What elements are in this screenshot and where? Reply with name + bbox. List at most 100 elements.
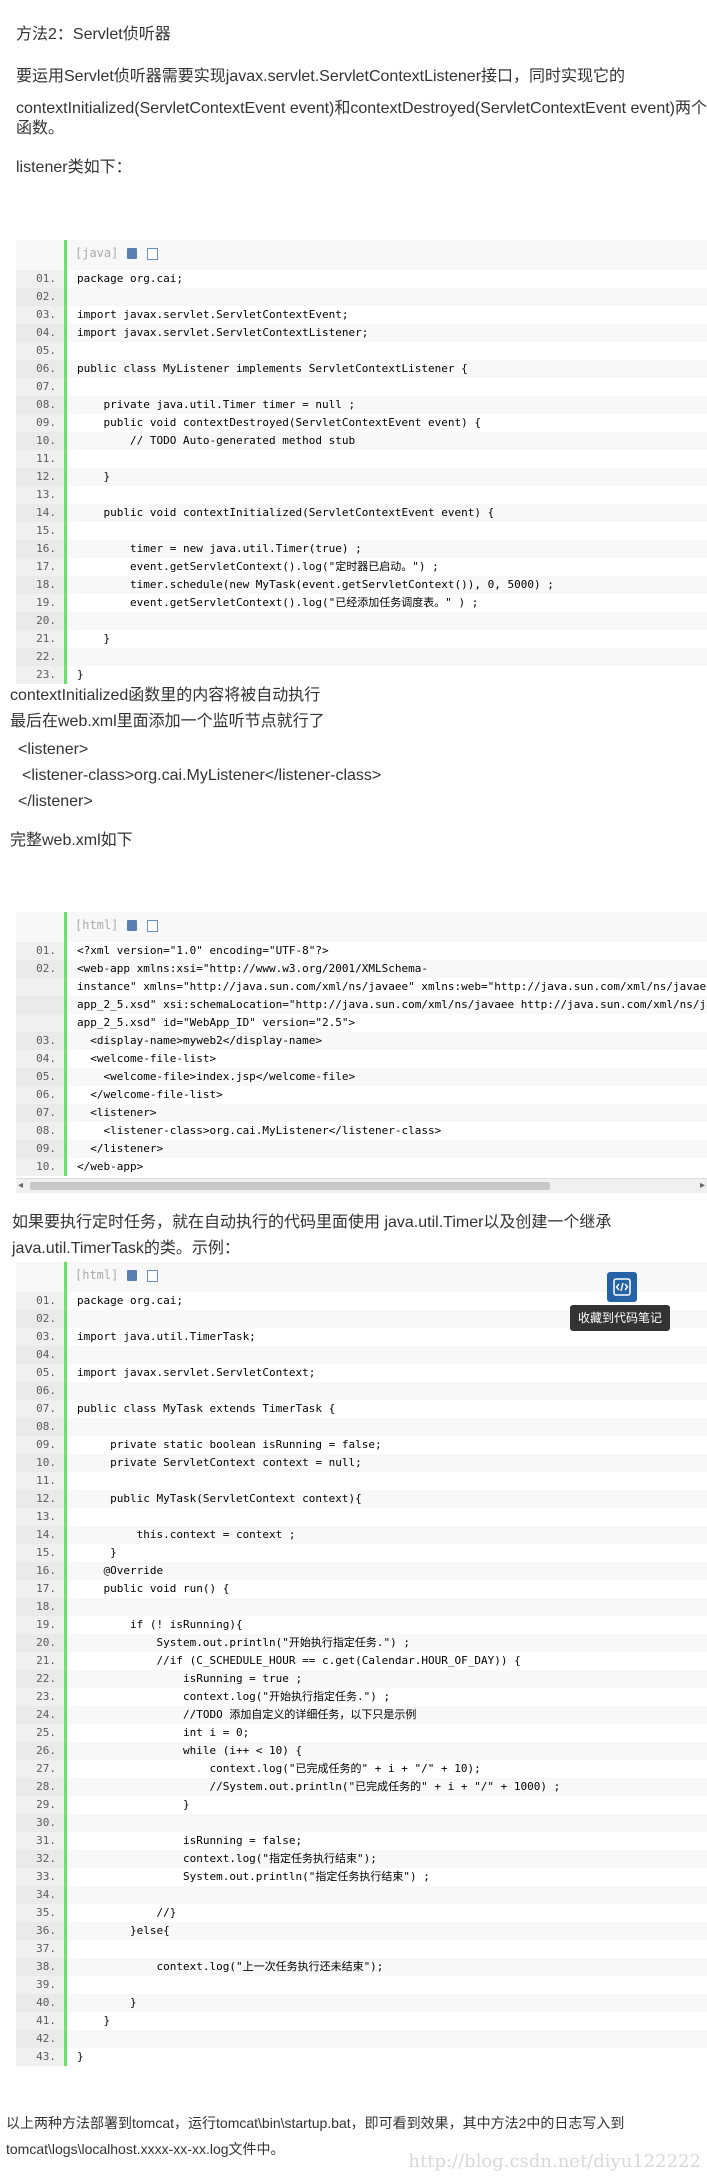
code-text bbox=[64, 612, 707, 630]
code-text: import javax.servlet.ServletContext; bbox=[64, 1364, 707, 1382]
line-number: 08. bbox=[16, 1122, 64, 1140]
code-text: isRunning = true ; bbox=[64, 1670, 707, 1688]
line-number: 28. bbox=[16, 1778, 64, 1796]
code-line: 11. bbox=[16, 450, 707, 468]
code-text bbox=[64, 648, 707, 666]
code-line: 14. this.context = context ; bbox=[16, 1526, 707, 1544]
line-number: 02. bbox=[16, 288, 64, 306]
code-lines: 01. package org.cai; 02. 03. import javax.se… bbox=[16, 270, 707, 684]
line-number: 18. bbox=[16, 1598, 64, 1616]
code-text: </welcome-file-list> bbox=[64, 1086, 707, 1104]
save-code-note-button[interactable] bbox=[607, 1272, 637, 1302]
code-line: 08. private java.util.Timer timer = null… bbox=[16, 396, 707, 414]
view-plain-icon[interactable] bbox=[127, 920, 137, 931]
line-number: 07. bbox=[16, 378, 64, 396]
code-line: 09. public void contextDestroyed(Servlet… bbox=[16, 414, 707, 432]
listener-class-label: listener类如下： bbox=[16, 159, 132, 176]
code-line: 14. public void contextInitialized(Servl… bbox=[16, 504, 707, 522]
code-lines: 01. package org.cai; 02. 03. import java.uti… bbox=[16, 1292, 707, 2066]
line-number: 14. bbox=[16, 504, 64, 522]
code-line: 03. import javax.servlet.ServletContextEv… bbox=[16, 306, 707, 324]
line-number: 08. bbox=[16, 396, 64, 414]
code-text bbox=[64, 1418, 707, 1436]
code-block-header: [java] bbox=[64, 240, 707, 270]
code-line: 34. bbox=[16, 1886, 707, 1904]
code-line: 08. <listener-class>org.cai.MyListener</… bbox=[16, 1122, 707, 1140]
code-line: 04. bbox=[16, 1346, 707, 1364]
line-number: 20. bbox=[16, 1634, 64, 1652]
line-number: 05. bbox=[16, 1364, 64, 1382]
code-text: context.log("上一次任务执行还未结束"); bbox=[64, 1958, 707, 1976]
line-number: 19. bbox=[16, 594, 64, 612]
code-line: 22. isRunning = true ; bbox=[16, 1670, 707, 1688]
scroll-left-icon[interactable]: ◂ bbox=[18, 1180, 23, 1191]
save-code-note-tooltip: 收藏到代码笔记 bbox=[570, 1305, 671, 1331]
copy-icon[interactable] bbox=[147, 248, 158, 260]
code-text bbox=[64, 378, 707, 396]
code-text: public void contextInitialized(ServletCo… bbox=[64, 504, 707, 522]
code-line: 05. <welcome-file>index.jsp</welcome-fil… bbox=[16, 1068, 707, 1086]
line-number: 03. bbox=[16, 306, 64, 324]
code-text: import javax.servlet.ServletContextEvent… bbox=[64, 306, 707, 324]
view-plain-icon[interactable] bbox=[127, 1270, 137, 1281]
copy-icon[interactable] bbox=[147, 1270, 158, 1282]
final-note-line-2: tomcat\logs\localhost.xxxx-xx-xx.log文件中。 bbox=[6, 2141, 285, 2157]
code-text: //System.out.println("已完成任务的" + i + "/" … bbox=[64, 1778, 707, 1796]
line-number: 12. bbox=[16, 468, 64, 486]
code-line: 23. context.log("开始执行指定任务.") ; bbox=[16, 1688, 707, 1706]
line-number: 17. bbox=[16, 558, 64, 576]
line-number: 06. bbox=[16, 360, 64, 378]
code-text: app_2_5.xsd" xsi:schemaLocation="http://… bbox=[64, 996, 707, 1014]
code-line: 40. } bbox=[16, 1994, 707, 2012]
line-number: 17. bbox=[16, 1580, 64, 1598]
line-number: 22. bbox=[16, 648, 64, 666]
code-text bbox=[64, 1886, 707, 1904]
watermark: http://blog.csdn.net/diyu122222 bbox=[408, 2151, 701, 2172]
scrollbar-thumb[interactable] bbox=[30, 1182, 550, 1190]
code-text: this.context = context ; bbox=[64, 1526, 707, 1544]
code-text: </listener> bbox=[64, 1140, 707, 1158]
view-plain-icon[interactable] bbox=[127, 248, 137, 259]
code-line: 36. }else{ bbox=[16, 1922, 707, 1940]
code-text: } bbox=[64, 1544, 707, 1562]
line-number: 11. bbox=[16, 450, 64, 468]
code-line: 01. <?xml version="1.0" encoding="UTF-8"?… bbox=[16, 942, 707, 960]
code-text: private java.util.Timer timer = null ; bbox=[64, 396, 707, 414]
horizontal-scrollbar[interactable]: ◂ ▸ bbox=[16, 1178, 707, 1193]
code-line: 05. import javax.servlet.ServletContext; bbox=[16, 1364, 707, 1382]
intro-line-3: 函数。 bbox=[16, 120, 65, 137]
code-language-tag: [html] bbox=[75, 1268, 119, 1282]
code-line: 21. //if (C_SCHEDULE_HOUR == c.get(Calen… bbox=[16, 1652, 707, 1670]
line-number: 19. bbox=[16, 1616, 64, 1634]
code-lines: 01. <?xml version="1.0" encoding="UTF-8"?… bbox=[16, 942, 707, 1176]
code-text: <listener> bbox=[64, 1104, 707, 1122]
code-line: 13. bbox=[16, 486, 707, 504]
code-text: <web-app xmlns:xsi="http://www.w3.org/20… bbox=[64, 960, 707, 978]
code-text: } bbox=[64, 2012, 707, 2030]
code-line: app_2_5.xsd" id="WebApp_ID" version="2.5… bbox=[16, 1014, 707, 1032]
code-text: app_2_5.xsd" id="WebApp_ID" version="2.5… bbox=[64, 1014, 707, 1032]
line-number: 31. bbox=[16, 1832, 64, 1850]
code-text: package org.cai; bbox=[64, 270, 707, 288]
code-text: public void run() { bbox=[64, 1580, 707, 1598]
code-line: 39. bbox=[16, 1976, 707, 1994]
line-number: 14. bbox=[16, 1526, 64, 1544]
code-line: 09. private static boolean isRunning = f… bbox=[16, 1436, 707, 1454]
code-line: 05. bbox=[16, 342, 707, 360]
code-text: </web-app> bbox=[64, 1158, 707, 1176]
code-text: <listener-class>org.cai.MyListener</list… bbox=[64, 1122, 707, 1140]
line-number: 10. bbox=[16, 432, 64, 450]
line-number: 27. bbox=[16, 1760, 64, 1778]
code-line: 41. } bbox=[16, 2012, 707, 2030]
code-line: 18. timer.schedule(new MyTask(event.getS… bbox=[16, 576, 707, 594]
code-line: 27. context.log("已完成任务的" + i + "/" + 10)… bbox=[16, 1760, 707, 1778]
code-language-tag: [java] bbox=[75, 246, 119, 260]
line-number: 15. bbox=[16, 522, 64, 540]
line-number: 07. bbox=[16, 1400, 64, 1418]
scroll-right-icon[interactable]: ▸ bbox=[700, 1180, 705, 1191]
code-line: 07. <listener> bbox=[16, 1104, 707, 1122]
line-number bbox=[16, 978, 64, 996]
line-number: 18. bbox=[16, 576, 64, 594]
copy-icon[interactable] bbox=[147, 920, 158, 932]
line-number: 43. bbox=[16, 2048, 64, 2066]
